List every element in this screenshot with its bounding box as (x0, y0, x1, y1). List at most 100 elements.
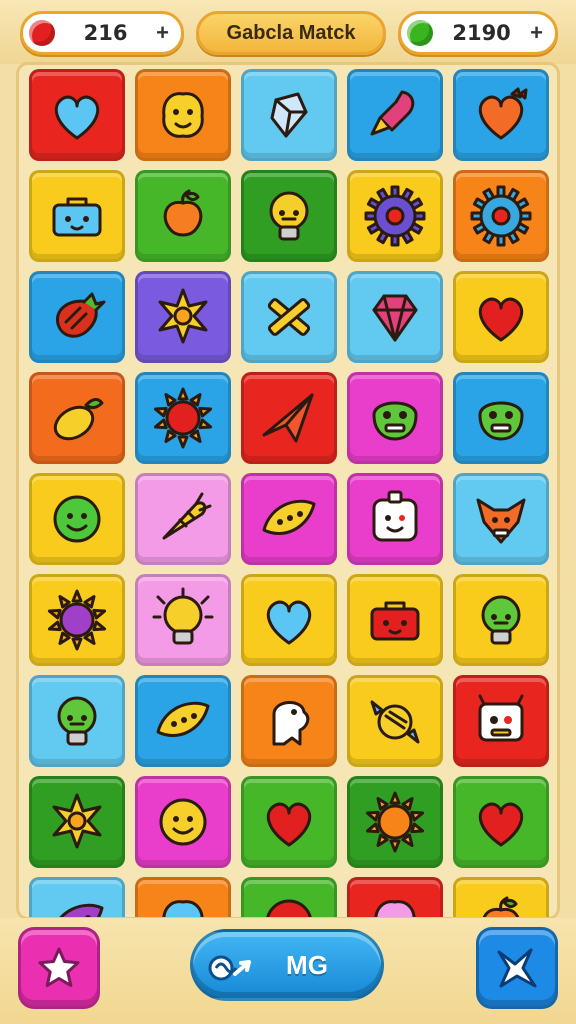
tile[interactable] (135, 271, 231, 363)
tile[interactable] (29, 776, 125, 868)
mode-button[interactable]: MG (190, 929, 384, 1001)
leaf-pod-icon (156, 701, 210, 738)
tile[interactable] (347, 372, 443, 464)
tile[interactable] (241, 473, 337, 565)
tile[interactable] (29, 877, 125, 917)
red-orb-icon (29, 20, 55, 46)
lightbulb-face-icon (57, 696, 97, 746)
tile[interactable] (29, 271, 125, 363)
leaf-pod-icon (59, 903, 104, 917)
tile[interactable] (453, 675, 549, 767)
star-powerup-button[interactable] (18, 927, 100, 1009)
tile[interactable] (135, 776, 231, 868)
tile[interactable] (453, 372, 549, 464)
peach-icon (163, 189, 203, 237)
tile[interactable] (453, 574, 549, 666)
tile[interactable] (29, 69, 125, 161)
blob-face-icon (374, 900, 416, 917)
tile[interactable] (453, 776, 549, 868)
tile[interactable] (135, 170, 231, 262)
blob-face-icon (162, 92, 204, 138)
tile[interactable] (453, 473, 549, 565)
heart-icon (54, 95, 100, 140)
tile[interactable] (29, 574, 125, 666)
gear-orb-icon (470, 185, 532, 247)
tile[interactable] (241, 675, 337, 767)
tile[interactable] (241, 776, 337, 868)
coin-counter[interactable]: 216 + (20, 11, 184, 55)
sun-icon (365, 791, 425, 853)
tile[interactable] (453, 877, 549, 917)
tile[interactable] (135, 675, 231, 767)
gear-orb-icon (364, 185, 426, 247)
tile[interactable] (29, 170, 125, 262)
tile[interactable] (347, 877, 443, 917)
crystal-icon (270, 92, 308, 138)
skip-button[interactable] (476, 927, 558, 1009)
gem-counter[interactable]: 2190 + (398, 11, 558, 55)
add-gems-button[interactable]: + (530, 20, 543, 46)
robot-face-icon (478, 694, 524, 742)
tile[interactable] (347, 473, 443, 565)
tile[interactable] (241, 170, 337, 262)
tile[interactable] (347, 170, 443, 262)
tile[interactable] (347, 69, 443, 161)
smile-ball-icon (266, 899, 312, 917)
lightbulb-face-icon (269, 191, 309, 241)
game-title: Gabcla Matck (196, 11, 386, 55)
heart-icon (478, 802, 524, 847)
smile-ball-icon (53, 495, 101, 543)
carrot-icon (162, 492, 212, 540)
star-icon (38, 947, 80, 987)
heart-icon (266, 802, 312, 847)
star-burst-icon (158, 288, 208, 344)
strawberry-icon (55, 292, 106, 338)
tile[interactable] (241, 271, 337, 363)
tile[interactable] (29, 372, 125, 464)
shuffle-icon (208, 955, 251, 981)
smile-ball-icon (159, 798, 207, 846)
candy-icon (370, 700, 420, 744)
tile[interactable] (135, 877, 231, 917)
tile[interactable] (241, 574, 337, 666)
tile[interactable] (135, 574, 231, 666)
crossed-sticks-icon (267, 298, 311, 336)
tile[interactable] (241, 877, 337, 917)
toolbox-icon (370, 601, 420, 641)
alien-face-icon (478, 401, 524, 441)
peach-icon (482, 896, 520, 917)
tile[interactable] (347, 574, 443, 666)
hud-bar: 216 + Gabcla Matck 2190 + (0, 0, 576, 64)
tile[interactable] (135, 372, 231, 464)
heart-bow-icon (478, 87, 528, 140)
lightbulb-icon (152, 587, 214, 645)
tile[interactable] (347, 271, 443, 363)
alien-face-icon (372, 401, 418, 441)
mode-label: MG (286, 949, 328, 980)
gem-icon (372, 294, 418, 342)
green-orb-icon (407, 20, 433, 46)
star-burst-icon (52, 793, 102, 849)
tile[interactable] (453, 69, 549, 161)
tile[interactable] (135, 69, 231, 161)
leaf-pod-icon (262, 499, 316, 536)
add-coins-button[interactable]: + (156, 20, 169, 46)
lemon-leaf-icon (53, 398, 104, 441)
tile[interactable] (241, 372, 337, 464)
toolbox-icon (52, 197, 102, 237)
tile[interactable] (135, 473, 231, 565)
blob-face-icon (162, 900, 204, 917)
tile[interactable] (347, 675, 443, 767)
tile[interactable] (29, 473, 125, 565)
tile[interactable] (29, 675, 125, 767)
tile[interactable] (453, 271, 549, 363)
sun-icon (47, 589, 107, 651)
match-board (16, 62, 560, 920)
heart-icon (478, 297, 524, 342)
heart-icon (266, 600, 312, 645)
tile[interactable] (347, 776, 443, 868)
rocket-icon (370, 90, 415, 136)
fox-face-icon (476, 498, 526, 544)
tile[interactable] (241, 69, 337, 161)
tile[interactable] (453, 170, 549, 262)
